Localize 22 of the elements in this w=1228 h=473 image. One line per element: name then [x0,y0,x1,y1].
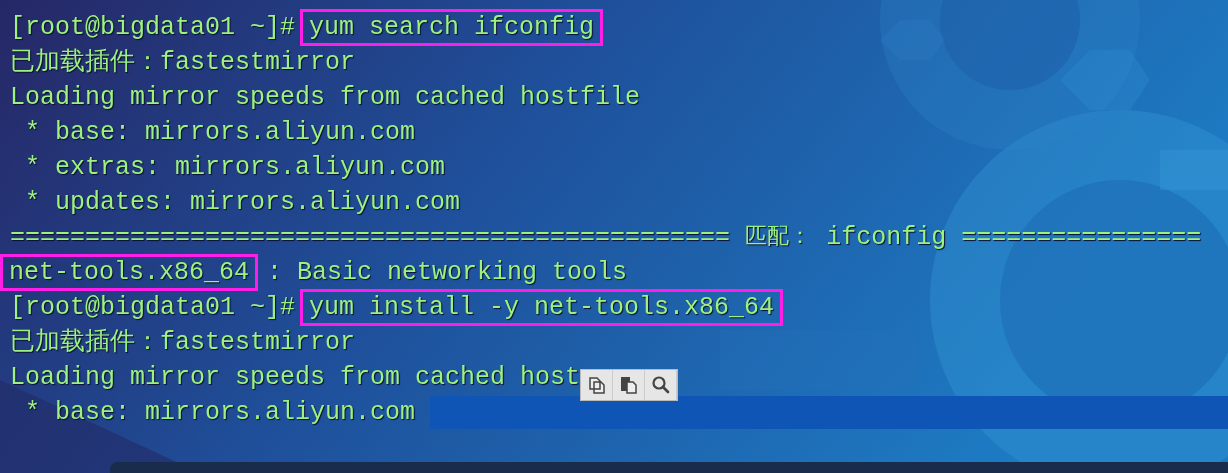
paste-icon [618,375,639,395]
output-line: * updates: mirrors.aliyun.com [24,187,461,218]
output-line: * base: mirrors.aliyun.com [24,397,416,428]
output-line: Loading mirror speeds from cached hostfile [10,82,641,113]
output-line: * extras: mirrors.aliyun.com [24,152,446,183]
match-label: 匹配： [745,224,812,252]
separator-rule: ================================================ [10,222,731,253]
output-line: Loading mirror speeds from cached host [10,362,581,393]
command: yum install -y net-tools.x86_64 [300,289,784,326]
output-line: 已加载插件：fastestmirror [10,47,356,78]
search-icon [650,375,671,395]
command: yum search ifconfig [300,9,604,46]
search-term: ifconfig [826,222,947,253]
prompt: [root@bigdata01 ~]# [10,12,296,43]
package-description: : Basic networking tools [267,257,628,288]
package-name: net-tools.x86_64 [0,254,259,291]
output-line: * base: mirrors.aliyun.com [24,117,416,148]
copy-icon [586,375,607,395]
separator-rule: ================ [961,222,1202,253]
output-line: 已加载插件：fastestmirror [10,327,356,358]
prompt: [root@bigdata01 ~]# [10,292,296,323]
scrollbar[interactable] [110,462,1228,473]
